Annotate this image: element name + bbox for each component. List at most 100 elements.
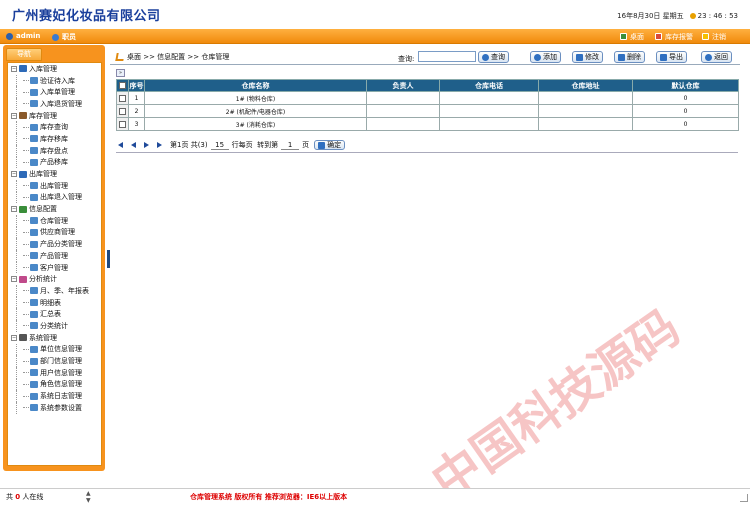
sidebar-group[interactable]: − 系统管理 [8,332,101,344]
export-button[interactable]: 导出 [656,51,687,63]
sidebar-item[interactable]: 分类统计 [8,320,101,332]
collapse-toggle-icon[interactable]: − [11,171,17,178]
sidebar-item[interactable]: 系统日志管理 [8,390,101,402]
first-page-icon[interactable] [118,142,123,148]
add-button[interactable]: 添加 [530,51,561,63]
sidebar-item-label: 用户信息管理 [40,368,82,377]
app-header: 广州赛妃化妆品有限公司 16年8月30日 星期五 23 : 46 : 53 [0,0,750,29]
page-unit: 页 [302,141,310,149]
goto-confirm-button[interactable]: 确定 [314,140,346,150]
desktop-link[interactable]: 桌面 [620,31,644,42]
delete-label: 删除 [627,53,641,61]
sidebar-item[interactable]: 月、季、年报表 [8,285,101,297]
tree-connector [23,267,29,269]
row-checkbox[interactable] [116,91,129,105]
folder-icon [19,334,27,342]
folder-icon [19,205,27,213]
sidebar-group[interactable]: − 入库管理 [8,63,101,75]
page-icon [30,310,38,318]
collapse-toggle-icon[interactable]: − [11,65,17,72]
page-icon [30,252,38,260]
tree-connector [23,80,29,82]
sidebar-item-label: 汇总表 [40,310,61,319]
user-info: admin [6,32,40,40]
sidebar-item[interactable]: 单位信息管理 [8,343,101,356]
back-button[interactable]: 返回 [701,51,732,63]
edit-label: 修改 [585,53,599,61]
online-prefix: 共 [6,493,13,501]
sidebar-item[interactable]: 产品分类管理 [8,238,101,250]
cell-manager [366,117,440,131]
sidebar-item[interactable]: 客户管理 [8,261,101,274]
sidebar-item[interactable]: 明细表 [8,296,101,309]
resize-grip-icon[interactable] [740,494,748,502]
sidebar-item[interactable]: 仓库管理 [8,214,101,227]
sidebar-group[interactable]: − 出库管理 [8,168,101,180]
online-dropdown-icon[interactable]: ▲ ▼ [86,490,94,504]
table-row[interactable]: 1 1# (物料仓库) 0 [116,91,739,105]
delete-icon [618,53,625,61]
tree-connector [23,372,29,374]
sidebar-group[interactable]: − 库存管理 [8,110,101,122]
sidebar-item[interactable]: 出库管理 [8,179,101,192]
sidebar-group[interactable]: − 分析统计 [8,273,101,285]
sidebar-item[interactable]: 入库单管理 [8,86,101,98]
collapse-toggle-icon[interactable]: − [11,206,17,213]
table-row[interactable]: 2 2# (机配件/电器仓库) 0 [116,104,739,118]
cell-default: 0 [632,117,739,131]
search-button[interactable]: 查询 [478,51,509,63]
nav-tree: − 入库管理 验证待入库 入库单管理 入库退货管理 − 库存管理 库存查询 库存移库 库存盘点 产品… [7,62,102,466]
sidebar-item-label: 产品分类管理 [40,240,82,249]
sidebar-item[interactable]: 角色信息管理 [8,378,101,391]
collapse-toggle-icon[interactable]: − [11,112,17,119]
sidebar-item[interactable]: 系统参数设置 [8,401,101,414]
logout-link[interactable]: 注销 [702,31,726,42]
sidebar-item[interactable]: 汇总表 [8,308,101,320]
sidebar-item[interactable]: 入库退货管理 [8,98,101,110]
stock-alert-label: 库存报警 [665,32,693,41]
per-page-label: 行每页 [231,141,253,149]
sidebar-item[interactable]: 产品管理 [8,250,101,262]
prev-page-icon[interactable] [131,142,136,148]
row-checkbox[interactable] [116,104,129,118]
search-label: 查询 [491,53,505,61]
sidebar-item[interactable]: 供应商管理 [8,226,101,239]
sidebar-item[interactable]: 验证待入库 [8,74,101,87]
sidebar-item-label: 验证待入库 [40,76,75,85]
sidebar-item-label: 出库退入管理 [40,193,82,202]
sidebar-item[interactable]: 库存盘点 [8,144,101,157]
sidebar-item[interactable]: 库存移库 [8,133,101,145]
nav-tab[interactable]: 导航 [6,48,42,61]
sidebar-item-label: 供应商管理 [40,228,75,237]
search-icon [482,53,489,61]
sidebar-item[interactable]: 用户信息管理 [8,366,101,379]
row-checkbox[interactable] [116,117,129,131]
sidebar-item-label: 客户管理 [40,263,68,272]
sidebar-group-label: 出库管理 [29,170,57,179]
tree-connector [23,290,29,292]
select-all-checkbox[interactable] [116,79,129,92]
next-page-icon[interactable] [144,142,149,148]
collapse-toggle-icon[interactable]: − [11,276,17,283]
table-row[interactable]: 3 3# (消耗仓库) 0 [116,117,739,131]
collapse-toggle-icon[interactable]: − [11,334,17,341]
query-input[interactable] [418,51,476,62]
sidebar-item[interactable]: 库存查询 [8,121,101,133]
sidebar-item[interactable]: 部门信息管理 [8,355,101,367]
cell-seq: 2 [128,104,145,118]
sidebar-group[interactable]: − 信息配置 [8,203,101,215]
last-page-icon[interactable] [157,142,162,148]
delete-button[interactable]: 删除 [614,51,645,63]
edit-button[interactable]: 修改 [572,51,603,63]
expand-toggle-icon[interactable]: » [116,69,125,77]
sidebar-item[interactable]: 出库退入管理 [8,191,101,204]
sidebar-item[interactable]: 产品移库 [8,156,101,169]
stock-alert-link[interactable]: 库存报警 [655,31,693,42]
page-info: 第1页 [170,141,189,149]
sidebar-item-label: 系统日志管理 [40,392,82,401]
goto-page-input[interactable]: 1 [281,141,300,150]
page-size-input[interactable]: 15 [210,141,229,150]
sidebar-item-label: 部门信息管理 [40,357,82,366]
sidebar: 导航 − 入库管理 验证待入库 入库单管理 入库退货管理 − 库存管理 库存查询 库存移库 库存盘… [3,45,105,471]
cell-phone [439,91,539,105]
